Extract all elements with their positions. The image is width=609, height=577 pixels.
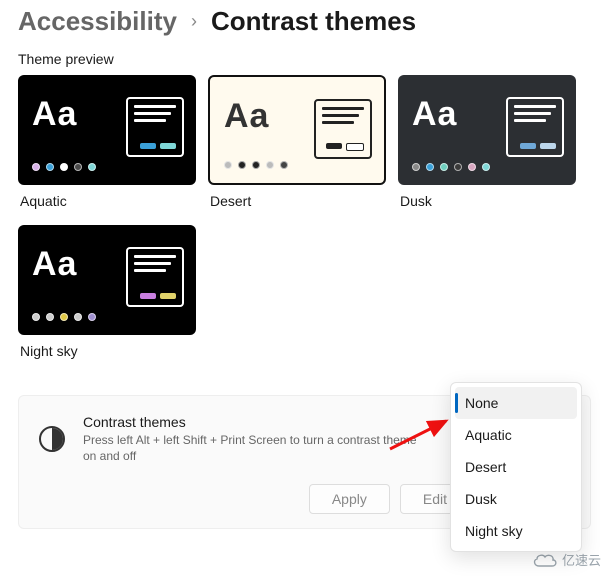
palette-dots [412,163,490,171]
theme-thumbnail: Aa [18,225,196,335]
theme-thumbnail: Aa [18,75,196,185]
page-title: Contrast themes [211,6,416,37]
dropdown-item-aquatic[interactable]: Aquatic [455,419,577,451]
palette-dots [224,161,288,169]
chevron-right-icon: › [191,11,197,32]
sample-text: Aa [224,97,269,136]
sample-text: Aa [32,245,77,284]
theme-thumbnail: Aa [208,75,386,185]
window-icon [314,99,372,159]
panel-subtitle: Press left Alt + left Shift + Print Scre… [83,432,423,464]
theme-card-dusk[interactable]: Aa Dusk [398,75,576,213]
theme-card-night-sky[interactable]: Aa Night sky [18,225,196,363]
section-label: Theme preview [0,41,609,67]
watermark: 亿速云 [532,550,601,569]
apply-button[interactable]: Apply [309,484,390,514]
breadcrumb: Accessibility › Contrast themes [0,0,609,41]
sample-text: Aa [32,95,77,134]
theme-card-aquatic[interactable]: Aa Aquatic [18,75,196,213]
watermark-text: 亿速云 [562,550,601,569]
theme-thumbnail: Aa [398,75,576,185]
theme-dropdown-menu[interactable]: NoneAquaticDesertDuskNight sky [450,382,582,552]
panel-title: Contrast themes [83,414,423,430]
theme-name: Dusk [398,185,576,213]
theme-card-desert[interactable]: Aa Desert [208,75,386,213]
contrast-icon [39,426,65,452]
palette-dots [32,313,96,321]
annotation-arrow [386,415,456,455]
palette-dots [32,163,96,171]
theme-name: Night sky [18,335,196,363]
theme-name: Aquatic [18,185,196,213]
dropdown-item-desert[interactable]: Desert [455,451,577,483]
window-icon [126,247,184,307]
breadcrumb-root[interactable]: Accessibility [18,6,177,37]
window-icon [126,97,184,157]
sample-text: Aa [412,95,457,134]
theme-name: Desert [208,185,386,213]
window-icon [506,97,564,157]
theme-grid: Aa Aquatic Aa Desert Aa Dusk Aa Night sky [0,67,608,363]
dropdown-item-none[interactable]: None [455,387,577,419]
dropdown-item-dusk[interactable]: Dusk [455,483,577,515]
dropdown-item-night-sky[interactable]: Night sky [455,515,577,547]
